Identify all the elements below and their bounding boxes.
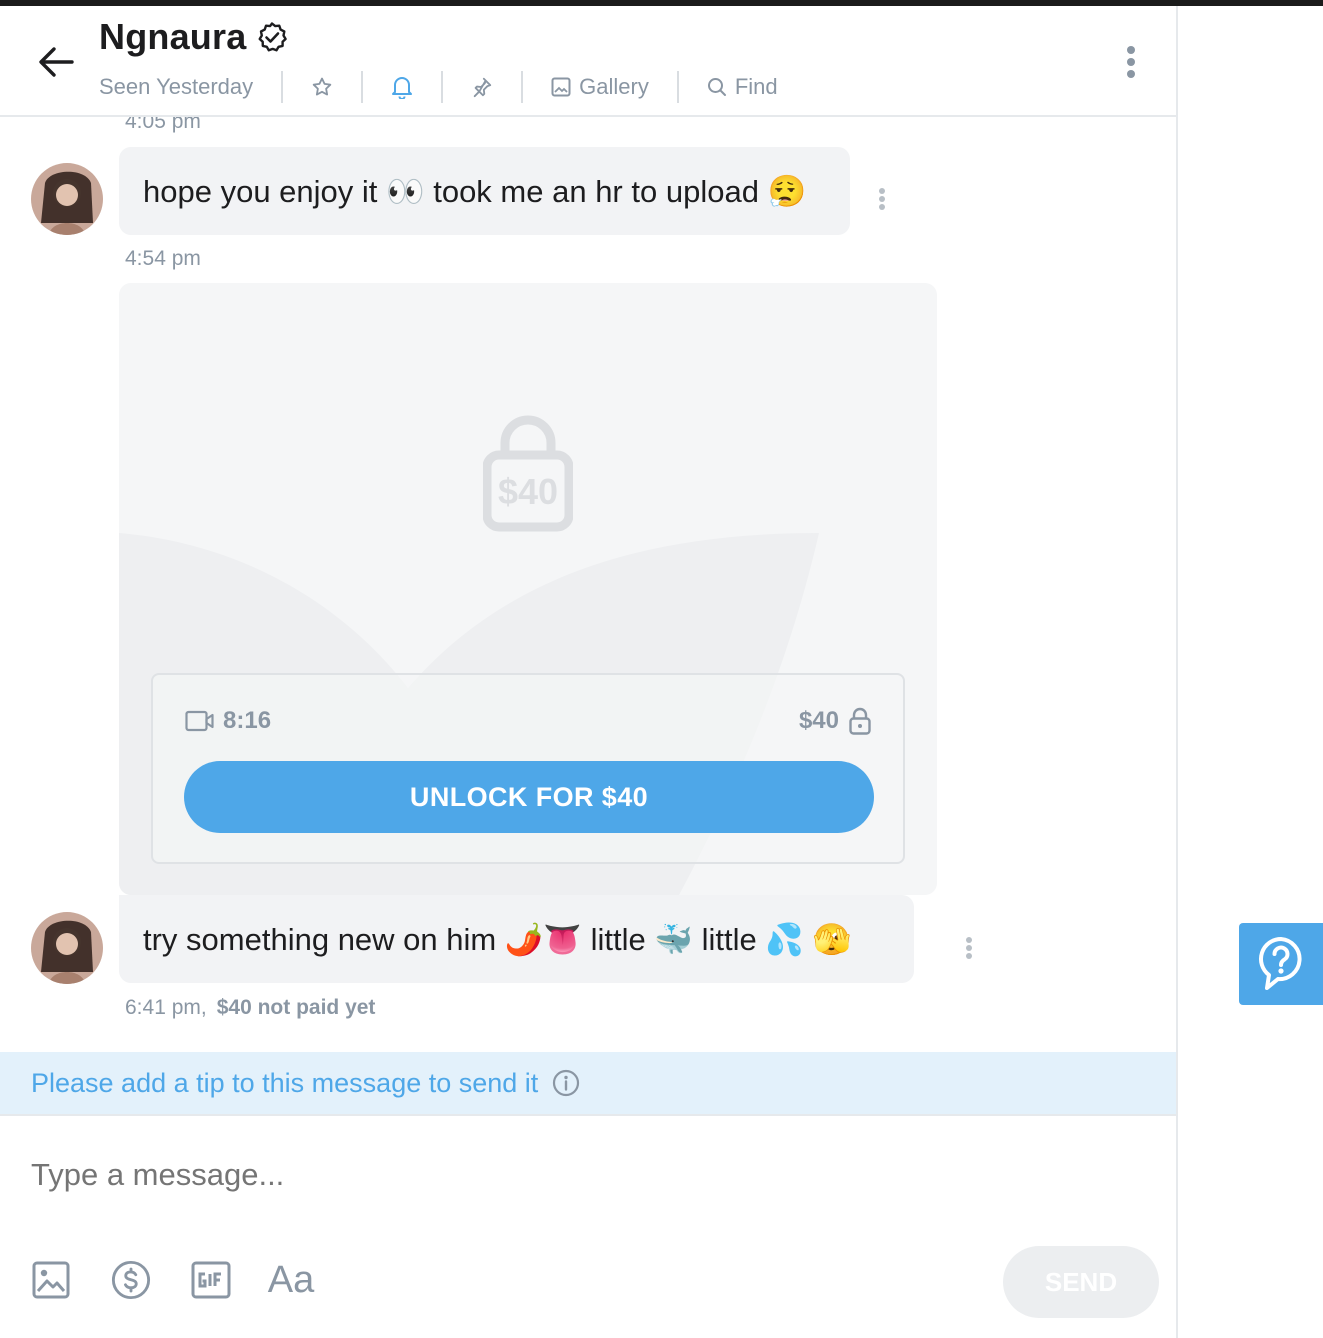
- message-timestamp: 6:41 pm,: [125, 996, 207, 1019]
- price-text: $40: [798, 707, 839, 734]
- locked-media-card: $40 8:16 $40 UNLOCK FOR $40: [119, 283, 937, 895]
- gallery-icon: [551, 77, 571, 97]
- find-label: Find: [734, 74, 778, 99]
- help-button[interactable]: [1239, 923, 1323, 1005]
- send-button[interactable]: SEND: [1003, 1246, 1159, 1318]
- favorite-button[interactable]: [283, 68, 361, 106]
- tip-button[interactable]: [111, 1258, 151, 1302]
- message-options-button[interactable]: [959, 933, 979, 963]
- back-button[interactable]: [36, 44, 76, 80]
- pin-icon: [473, 77, 492, 98]
- dollar-icon: [111, 1260, 151, 1300]
- help-icon: [1259, 937, 1302, 990]
- avatar[interactable]: [31, 163, 103, 235]
- header-actions: Seen Yesterday Gallery Find: [99, 68, 806, 106]
- gallery-label: Gallery: [579, 74, 649, 99]
- name-row: Ngnaura: [99, 16, 288, 58]
- media-info-box: 8:16 $40 UNLOCK FOR $40: [151, 673, 905, 864]
- image-icon: [32, 1261, 70, 1299]
- attach-media-button[interactable]: [31, 1258, 71, 1302]
- contact-name[interactable]: Ngnaura: [99, 16, 246, 58]
- bell-icon: [392, 77, 413, 99]
- lock-icon: $40: [482, 413, 574, 535]
- unlock-button[interactable]: UNLOCK FOR $40: [184, 761, 874, 833]
- star-icon: [312, 77, 332, 96]
- message-text: hope you enjoy it 👀 took me an hr to upl…: [143, 173, 807, 209]
- message-bubble: try something new on him 🌶️👅 little 🐳 li…: [119, 895, 914, 983]
- video-icon: [185, 710, 214, 732]
- gallery-link[interactable]: Gallery: [523, 74, 677, 100]
- tip-required-banner: Please add a tip to this message to send…: [0, 1052, 1176, 1116]
- pin-button[interactable]: [443, 68, 521, 106]
- chat-header: Ngnaura Seen Yesterday Gallery Find: [0, 6, 1176, 117]
- message-options-button[interactable]: [872, 184, 892, 214]
- back-arrow-icon: [39, 47, 74, 77]
- payment-status: $40 not paid yet: [216, 996, 376, 1019]
- verified-badge-icon: [256, 21, 288, 53]
- lock-icon: [849, 707, 871, 735]
- more-options-button[interactable]: [1118, 42, 1144, 82]
- last-seen: Seen Yesterday: [99, 74, 254, 99]
- duration-text: 8:16: [223, 707, 272, 734]
- media-price: $40: [799, 707, 871, 735]
- lock-price: $40: [497, 471, 559, 512]
- notifications-button[interactable]: [363, 68, 441, 106]
- search-icon: [707, 78, 726, 96]
- message-timestamp: 4:54 pm: [125, 247, 201, 270]
- more-vertical-icon: [1127, 46, 1135, 78]
- text-format-button[interactable]: Aa: [268, 1258, 314, 1302]
- gif-icon: [191, 1261, 231, 1299]
- more-vertical-icon: [879, 188, 885, 210]
- info-icon[interactable]: [552, 1069, 580, 1097]
- tip-banner-text: Please add a tip to this message to send…: [31, 1067, 539, 1098]
- chat-panel: Ngnaura Seen Yesterday Gallery Find 4:05…: [0, 6, 1178, 1338]
- message-input[interactable]: [31, 1154, 1131, 1196]
- avatar[interactable]: [31, 912, 103, 984]
- message-text: try something new on him 🌶️👅 little 🐳 li…: [143, 921, 852, 957]
- message-bubble: hope you enjoy it 👀 took me an hr to upl…: [119, 147, 850, 235]
- gif-button[interactable]: [191, 1258, 231, 1302]
- composer-toolbar: Aa: [31, 1258, 314, 1302]
- message-status: 6:41 pm, $40 not paid yet: [125, 996, 375, 1020]
- find-link[interactable]: Find: [679, 74, 806, 100]
- more-vertical-icon: [966, 937, 972, 959]
- video-duration: 8:16: [185, 707, 271, 735]
